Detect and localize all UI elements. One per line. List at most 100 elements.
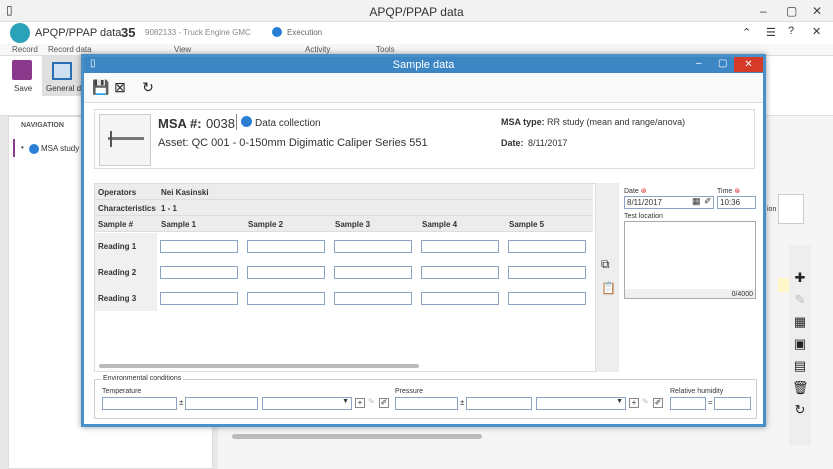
sample-input[interactable] xyxy=(247,240,325,253)
caliper-image xyxy=(99,114,151,166)
reading-label: Reading 3 xyxy=(98,294,137,303)
sample-grid: Operators Nei Kasinski Characteristics 1… xyxy=(94,183,619,372)
temperature-input[interactable] xyxy=(102,397,177,410)
test-location-label: Test location xyxy=(624,213,663,220)
add-unit-icon[interactable]: + xyxy=(629,398,639,408)
column-header: Sample 2 xyxy=(248,220,284,229)
right-toolbar: ✚ ✎ ▦ ▣ ▤ 🗑 ↻ xyxy=(789,246,811,446)
add-unit-icon[interactable]: + xyxy=(355,398,365,408)
help-icon[interactable]: ? xyxy=(788,25,794,37)
view-icon[interactable]: ▣ xyxy=(792,336,808,352)
characteristics-value: 1 - 1 xyxy=(161,204,178,213)
grid-scrollbar[interactable] xyxy=(99,364,419,368)
dialog-title: Sample data xyxy=(392,59,455,71)
sample-input[interactable] xyxy=(247,292,325,305)
save-icon[interactable]: 💾 xyxy=(92,79,109,95)
general-data-icon xyxy=(52,62,72,80)
humidity-label: Relative humidity xyxy=(670,388,724,395)
sample-input[interactable] xyxy=(508,292,586,305)
pressure-input[interactable] xyxy=(395,397,458,410)
environmental-conditions: Environmental conditions Temperature ± ▼… xyxy=(94,375,757,419)
edit-icon[interactable]: ✎ xyxy=(792,292,808,308)
sample-input[interactable] xyxy=(508,266,586,279)
asset-text: Asset: QC 001 - 0-150mm Digimatic Calipe… xyxy=(158,137,428,149)
plusminus-sign: ± xyxy=(460,398,465,407)
sample-input[interactable] xyxy=(334,266,412,279)
bg-label: ion xyxy=(767,206,777,213)
window-title: APQP/PPAP data xyxy=(369,5,464,19)
msa-status: Data collection xyxy=(255,118,321,129)
clear-unit-icon[interactable]: ✐ xyxy=(653,398,663,408)
operators-value: Nei Kasinski xyxy=(161,188,209,197)
sample-input[interactable] xyxy=(421,266,499,279)
bg-scrollbar[interactable] xyxy=(232,434,482,439)
sample-input[interactable] xyxy=(160,240,238,253)
copy-icon[interactable]: ⧉ xyxy=(601,257,610,272)
dialog-close-icon[interactable]: ✕ xyxy=(734,57,763,72)
column-header: Sample 4 xyxy=(422,220,458,229)
pressure-tolerance-input[interactable] xyxy=(466,397,532,410)
collapse-icon[interactable]: ⌃ xyxy=(742,26,751,39)
maximize-icon[interactable]: ▢ xyxy=(786,4,797,18)
msa-label: MSA #: xyxy=(158,116,202,131)
save-icon[interactable] xyxy=(12,60,32,80)
divider xyxy=(236,114,237,130)
edit-unit-icon[interactable]: ✎ xyxy=(368,397,375,406)
save-button[interactable]: Save xyxy=(14,84,32,93)
minimize-icon[interactable]: – xyxy=(760,4,767,18)
equals-sign: = xyxy=(708,398,713,407)
dialog-maximize-icon[interactable]: ▢ xyxy=(718,58,727,69)
clear-date-icon[interactable]: ✐ xyxy=(704,196,712,207)
dialog-minimize-icon[interactable]: – xyxy=(696,58,702,69)
temperature-unit-select[interactable]: ▼ xyxy=(262,397,352,410)
plusminus-sign: ± xyxy=(179,398,184,407)
time-input[interactable]: 10:36 xyxy=(717,196,756,209)
execution-icon xyxy=(272,27,282,37)
chevron-down-icon: ▼ xyxy=(342,398,349,405)
sample-input[interactable] xyxy=(247,266,325,279)
clear-unit-icon[interactable]: ✐ xyxy=(379,398,389,408)
sample-input[interactable] xyxy=(421,240,499,253)
time-field-text: Time xyxy=(717,188,733,195)
edit-unit-icon[interactable]: ✎ xyxy=(642,397,649,406)
sample-input[interactable] xyxy=(160,292,238,305)
pressure-unit-select[interactable]: ▼ xyxy=(536,397,626,410)
add-icon[interactable]: ✚ xyxy=(792,270,808,286)
refresh-icon[interactable]: ↻ xyxy=(792,402,808,418)
date-label: Date: xyxy=(501,138,524,148)
sample-input[interactable] xyxy=(334,240,412,253)
menu-icon[interactable]: ☰ xyxy=(766,26,776,39)
sample-input[interactable] xyxy=(508,240,586,253)
humidity-input[interactable] xyxy=(670,397,706,410)
refresh-icon[interactable]: ↻ xyxy=(140,79,156,95)
app-bar: APQP/PPAP data 35 9082133 - Truck Engine… xyxy=(0,22,833,44)
ribbon-group-activity: Activity xyxy=(305,45,331,54)
close-icon[interactable]: ✕ xyxy=(812,4,822,18)
ribbon-group-tools: Tools xyxy=(376,45,395,54)
paste-icon[interactable]: 📋 xyxy=(601,281,616,295)
app-logo-icon xyxy=(10,23,30,43)
sample-input[interactable] xyxy=(334,292,412,305)
sample-input[interactable] xyxy=(160,266,238,279)
ribbon-group-view: View xyxy=(174,45,192,54)
close-app-icon[interactable]: ✕ xyxy=(812,25,821,38)
calendar-icon[interactable]: ▦ xyxy=(692,196,701,207)
play-icon xyxy=(29,144,39,154)
temperature-tolerance-input[interactable] xyxy=(185,397,258,410)
table-icon[interactable]: ▦ xyxy=(792,314,808,330)
reading-label: Reading 2 xyxy=(98,268,137,277)
delete-icon[interactable]: 🗑 xyxy=(792,380,809,396)
data-collection-icon xyxy=(241,116,252,127)
general-data-button[interactable]: General da xyxy=(42,56,86,96)
test-location-textarea[interactable]: 0/4000 xyxy=(624,221,756,299)
date-value: 8/11/2017 xyxy=(528,138,568,148)
sample-input[interactable] xyxy=(421,292,499,305)
sample-data-dialog: ▯ Sample data – ▢ ✕ 💾 ⊠ ↻ MSA #: 0038 Da… xyxy=(81,54,766,427)
document-search-icon[interactable]: ▤ xyxy=(792,358,808,374)
ribbon-group-record: Record xyxy=(12,45,38,54)
reading-label: Reading 1 xyxy=(98,242,137,251)
save-close-icon[interactable]: ⊠ xyxy=(112,79,128,95)
window-titlebar: ▯ APQP/PPAP data – ▢ ✕ xyxy=(0,0,833,22)
general-data-label: General da xyxy=(46,84,86,93)
humidity-tolerance-input[interactable] xyxy=(714,397,751,410)
